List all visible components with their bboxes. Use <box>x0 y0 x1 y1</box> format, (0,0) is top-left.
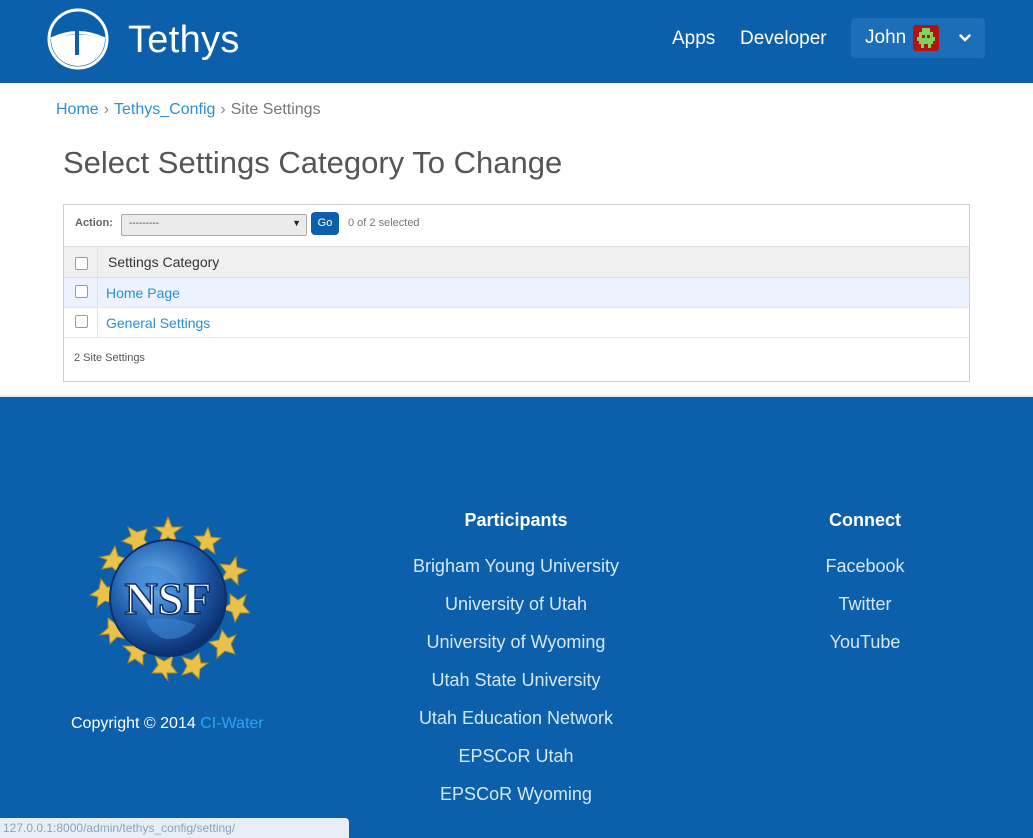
ci-water-link[interactable]: CI-Water <box>200 715 263 732</box>
footer: NSF Copyright © 2014 CI-Water Participan… <box>0 397 1033 838</box>
breadcrumb-config-link[interactable]: Tethys_Config <box>114 101 215 118</box>
youtube-link[interactable]: YouTube <box>715 629 1015 667</box>
table-header: Settings Category <box>64 246 969 278</box>
nav-apps-link[interactable]: Apps <box>672 27 715 51</box>
breadcrumb-separator: › <box>103 101 110 118</box>
twitter-link[interactable]: Twitter <box>715 591 1015 629</box>
actions-bar: Action: --------- ▼ Go 0 of 2 selected <box>64 205 969 245</box>
chevron-down-icon <box>959 34 971 42</box>
column-header-settings-category[interactable]: Settings Category <box>108 254 219 270</box>
participant-link[interactable]: University of Wyoming <box>366 629 666 667</box>
action-select-value: --------- <box>129 218 159 229</box>
paginator: 2 Site Settings <box>74 352 145 364</box>
tethys-logo-icon[interactable] <box>47 8 109 70</box>
row-link-home-page[interactable]: Home Page <box>106 285 180 301</box>
user-menu-button[interactable]: John <box>851 18 985 58</box>
changelist: Action: --------- ▼ Go 0 of 2 selected S… <box>63 204 970 382</box>
connect-title: Connect <box>829 510 901 530</box>
nsf-logo-text: NSF <box>125 573 212 624</box>
breadcrumb-home-link[interactable]: Home <box>56 101 99 118</box>
nsf-logo[interactable]: NSF <box>86 515 250 681</box>
action-label: Action: <box>75 217 113 229</box>
select-all-cell <box>64 247 98 277</box>
dropdown-arrow-icon: ▼ <box>292 218 301 228</box>
row-link-general-settings[interactable]: General Settings <box>106 315 210 331</box>
avatar <box>913 25 939 51</box>
row-checkbox-cell <box>64 278 98 307</box>
participant-link[interactable]: EPSCoR Wyoming <box>366 781 666 819</box>
select-all-checkbox[interactable] <box>75 257 88 270</box>
connect-list: Facebook Twitter YouTube <box>715 553 1015 667</box>
participants-title: Participants <box>464 510 568 530</box>
participants-list: Brigham Young University University of U… <box>366 553 666 819</box>
table-row: Home Page <box>64 278 969 308</box>
breadcrumb-separator: › <box>220 101 226 118</box>
row-checkbox-cell <box>64 308 98 337</box>
action-select[interactable]: --------- ▼ <box>121 214 307 236</box>
facebook-link[interactable]: Facebook <box>715 553 1015 591</box>
user-name: John <box>865 27 907 48</box>
copyright: Copyright © 2014 CI-Water <box>71 715 264 733</box>
breadcrumb: Home › Tethys_Config › Site Settings <box>56 99 321 121</box>
page-title: Select Settings Category To Change <box>63 145 563 180</box>
participant-link[interactable]: Utah State University <box>366 667 666 705</box>
row-checkbox[interactable] <box>75 315 88 328</box>
top-navbar: Tethys Apps Developer John <box>0 0 1033 83</box>
copyright-text: Copyright © 2014 <box>71 715 196 732</box>
breadcrumb-current: Site Settings <box>230 101 321 118</box>
browser-status-bar: 127.0.0.1:8000/admin/tethys_config/setti… <box>0 818 349 838</box>
nav-developer-link[interactable]: Developer <box>740 27 827 51</box>
table-row: General Settings <box>64 308 969 338</box>
go-button[interactable]: Go <box>311 212 339 235</box>
participant-link[interactable]: Utah Education Network <box>366 705 666 743</box>
selected-count: 0 of 2 selected <box>348 217 420 229</box>
row-checkbox[interactable] <box>75 285 88 298</box>
participant-link[interactable]: University of Utah <box>366 591 666 629</box>
brand-title[interactable]: Tethys <box>128 17 240 63</box>
participant-link[interactable]: EPSCoR Utah <box>366 743 666 781</box>
participant-link[interactable]: Brigham Young University <box>366 553 666 591</box>
